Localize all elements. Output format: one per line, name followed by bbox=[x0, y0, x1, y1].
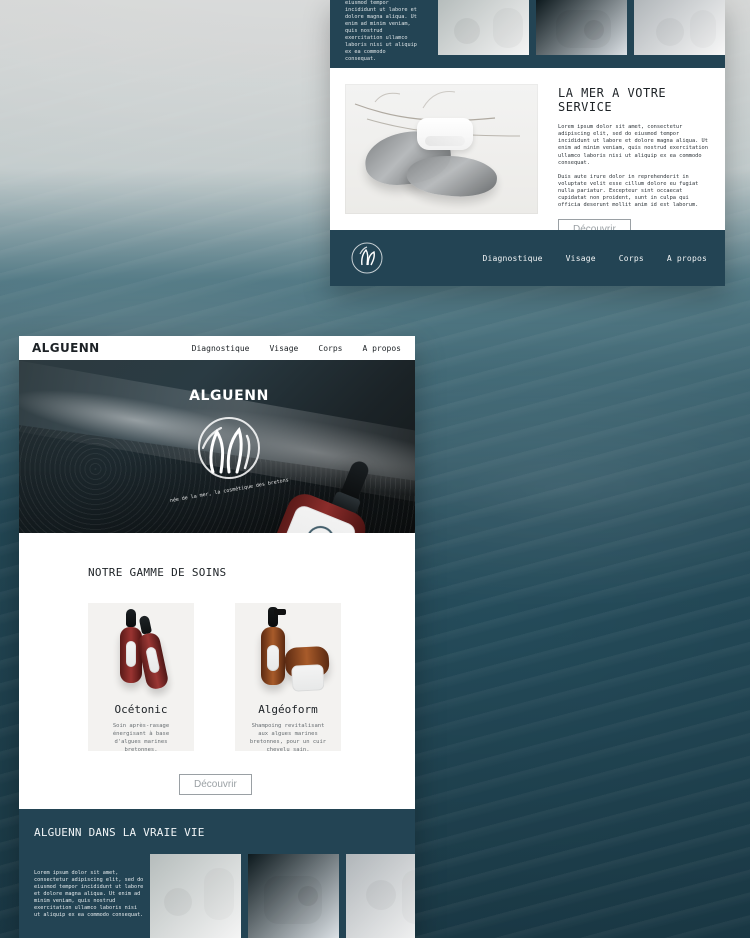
product-image-algeoform bbox=[245, 607, 331, 689]
product-card-ocetonic[interactable]: Océtonic Soin après-rasage énergisant à … bbox=[88, 603, 194, 753]
paragraph-2: Duis aute irure dolor in reprehenderit i… bbox=[558, 173, 699, 209]
nav-visage[interactable]: Visage bbox=[269, 344, 298, 353]
real-life-section: ALGUENN DANS LA VRAIE VIE Lorem ipsum do… bbox=[19, 809, 415, 938]
discover-button-main[interactable]: Découvrir bbox=[179, 772, 252, 795]
paragraph-1: Lorem ipsum dolor sit amet, consectetur … bbox=[558, 124, 708, 166]
hero-banner: ALGUENN née de la mer, la cosmétique des… bbox=[19, 360, 415, 533]
top-nav-corps[interactable]: Corps bbox=[619, 254, 644, 263]
top-nav-visage[interactable]: Visage bbox=[566, 254, 596, 263]
top-mock-strip: eiusmod tempor incididunt ut labore et d… bbox=[330, 0, 725, 68]
product-image-ocetonic bbox=[98, 611, 184, 691]
thumbnail-2 bbox=[536, 0, 627, 55]
top-mock-page: eiusmod tempor incididunt ut labore et d… bbox=[330, 0, 725, 286]
nav-corps[interactable]: Corps bbox=[318, 344, 342, 353]
top-mock-nav: Diagnostique Visage Corps A propos bbox=[482, 254, 707, 263]
product-description: Soin après-rasage énergisant à base d'al… bbox=[112, 723, 170, 753]
section-title-gamme: NOTRE GAMME DE SOINS bbox=[88, 566, 227, 579]
top-mock-thumbnails bbox=[438, 0, 725, 55]
thumbnail-1 bbox=[438, 0, 529, 55]
nav-diagnostique[interactable]: Diagnostique bbox=[192, 344, 250, 353]
top-mock-content: LA MER A VOTRE SERVICE Lorem ipsum dolor… bbox=[330, 68, 725, 240]
product-card-algeoform[interactable]: Algéoform Shampoing revitalisant aux alg… bbox=[235, 603, 341, 753]
discover-button-label: Découvrir bbox=[179, 774, 252, 795]
main-topbar: ALGUENN Diagnostique Visage Corps A prop… bbox=[19, 336, 415, 361]
main-mock-page: ALGUENN Diagnostique Visage Corps A prop… bbox=[19, 336, 415, 938]
nav-a-propos[interactable]: A propos bbox=[362, 344, 401, 353]
product-photo bbox=[345, 84, 538, 214]
real-life-thumbnails bbox=[150, 854, 415, 938]
real-life-thumb-3 bbox=[346, 854, 415, 938]
product-description: Shampoing revitalisant aux algues marine… bbox=[249, 723, 327, 753]
brand-logo[interactable]: ALGUENN bbox=[32, 341, 100, 355]
section-title-la-mer: LA MER A VOTRE SERVICE bbox=[558, 86, 667, 114]
thumbnail-3 bbox=[634, 0, 725, 55]
real-life-thumb-1 bbox=[150, 854, 241, 938]
top-nav-a-propos[interactable]: A propos bbox=[667, 254, 707, 263]
product-name: Algéoform bbox=[258, 703, 318, 716]
product-name: Océtonic bbox=[114, 703, 168, 716]
top-mock-text: LA MER A VOTRE SERVICE Lorem ipsum dolor… bbox=[558, 86, 713, 240]
hero-logo-text: ALGUENN bbox=[189, 388, 269, 404]
real-life-title: ALGUENN DANS LA VRAIE VIE bbox=[34, 826, 205, 839]
top-nav-diagnostique[interactable]: Diagnostique bbox=[482, 254, 542, 263]
alguenn-logo-icon bbox=[350, 241, 384, 275]
top-mock-footer: Diagnostique Visage Corps A propos bbox=[330, 230, 725, 286]
main-nav: Diagnostique Visage Corps A propos bbox=[192, 344, 401, 353]
real-life-thumb-2 bbox=[248, 854, 339, 938]
real-life-text: Lorem ipsum dolor sit amet, consectetur … bbox=[34, 870, 144, 919]
top-mock-strip-text: eiusmod tempor incididunt ut labore et d… bbox=[345, 0, 417, 63]
